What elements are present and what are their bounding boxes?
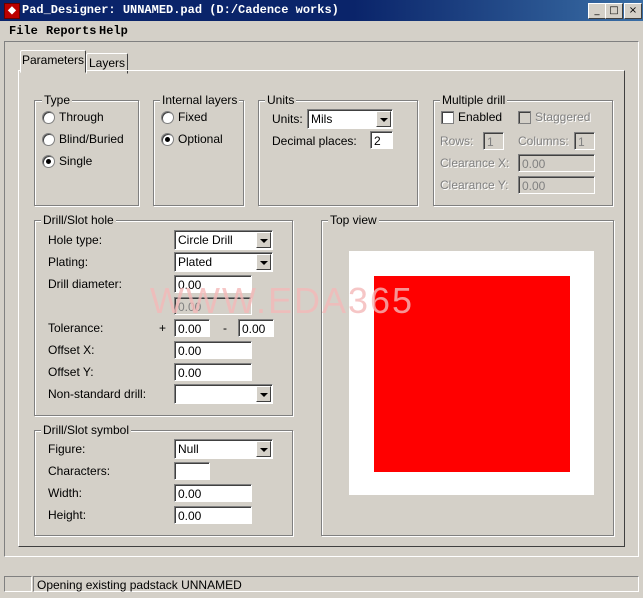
multiple-drill-legend: Multiple drill xyxy=(440,93,508,107)
chevron-down-icon[interactable] xyxy=(256,386,271,402)
columns-field[interactable]: 1 xyxy=(574,132,595,150)
tolerance-plus-sign: + xyxy=(159,321,167,335)
plating-label: Plating: xyxy=(48,255,89,269)
clearance-y-field[interactable]: 0.00 xyxy=(518,176,595,194)
hole-type-select[interactable]: Circle Drill xyxy=(174,230,273,250)
clearance-y-label: Clearance Y: xyxy=(440,178,509,192)
minimize-button[interactable]: _ xyxy=(588,3,606,19)
height-label: Height: xyxy=(48,508,87,522)
fixed-radio[interactable] xyxy=(161,111,174,124)
width-field[interactable]: 0.00 xyxy=(174,484,252,502)
blind-buried-radio[interactable] xyxy=(42,133,55,146)
enabled-checkbox[interactable] xyxy=(441,111,454,124)
chevron-down-icon[interactable] xyxy=(256,232,271,248)
units-group-legend: Units xyxy=(265,93,297,107)
radio-selected-dot xyxy=(46,159,51,164)
radio-selected-dot xyxy=(165,137,170,142)
figure-value: Null xyxy=(178,442,199,456)
columns-label: Columns: xyxy=(518,134,569,148)
offset-x-label: Offset X: xyxy=(48,343,95,357)
hole-type-value: Circle Drill xyxy=(178,233,233,247)
clearance-x-field[interactable]: 0.00 xyxy=(518,154,595,172)
status-cell-left xyxy=(4,576,32,592)
clearance-x-label: Clearance X: xyxy=(440,156,510,170)
menu-help[interactable]: Help xyxy=(99,24,128,38)
non-standard-drill-select[interactable] xyxy=(174,384,273,404)
staggered-label: Staggered xyxy=(535,110,591,124)
blind-buried-label[interactable]: Blind/Buried xyxy=(59,132,124,146)
chevron-down-icon[interactable] xyxy=(376,111,391,127)
single-label[interactable]: Single xyxy=(59,154,92,168)
chevron-down-icon[interactable] xyxy=(256,441,271,457)
tolerance-minus-sign: - xyxy=(223,321,227,335)
offset-y-label: Offset Y: xyxy=(48,365,94,379)
height-field[interactable]: 0.00 xyxy=(174,506,252,524)
through-radio[interactable] xyxy=(42,111,55,124)
units-select-value: Mils xyxy=(311,112,333,126)
decimal-places-label: Decimal places: xyxy=(272,134,357,148)
hole-type-label: Hole type: xyxy=(48,233,103,247)
menu-reports[interactable]: Reports xyxy=(46,24,96,38)
rows-field[interactable]: 1 xyxy=(483,132,504,150)
figure-label: Figure: xyxy=(48,442,86,456)
fixed-label[interactable]: Fixed xyxy=(178,110,207,124)
offset-y-field[interactable]: 0.00 xyxy=(174,363,252,381)
enabled-label[interactable]: Enabled xyxy=(458,110,502,124)
chevron-down-icon[interactable] xyxy=(256,254,271,270)
watermark-text: WWW.EDA365 xyxy=(150,280,415,321)
menu-bar: File Reports Help xyxy=(0,21,643,40)
tolerance-label: Tolerance: xyxy=(48,321,104,335)
drill-slot-symbol-legend: Drill/Slot symbol xyxy=(41,423,132,437)
plating-select[interactable]: Plated xyxy=(174,252,273,272)
through-label[interactable]: Through xyxy=(59,110,104,124)
title-bar[interactable]: ◆ Pad_Designer: UNNAMED.pad (D:/Cadence … xyxy=(0,0,643,21)
top-view-legend: Top view xyxy=(328,213,379,227)
units-select[interactable]: Mils xyxy=(307,109,393,129)
optional-radio[interactable] xyxy=(161,133,174,146)
optional-label[interactable]: Optional xyxy=(178,132,223,146)
tab-parameters[interactable]: Parameters xyxy=(20,50,86,73)
units-label: Units: xyxy=(272,112,303,126)
width-label: Width: xyxy=(48,486,83,500)
plating-value: Plated xyxy=(178,255,213,269)
pad-designer-icon[interactable]: ◆ xyxy=(4,3,20,19)
non-standard-drill-label: Non-standard drill: xyxy=(48,387,147,401)
maximize-button[interactable]: □ xyxy=(605,3,623,19)
window-title: Pad_Designer: UNNAMED.pad (D:/Cadence wo… xyxy=(22,3,339,17)
characters-field[interactable] xyxy=(174,462,210,480)
status-bar: Opening existing padstack UNNAMED xyxy=(0,576,643,598)
close-button[interactable]: × xyxy=(624,3,642,19)
decimal-places-field[interactable]: 2 xyxy=(370,131,393,149)
menu-file[interactable]: File xyxy=(9,24,38,38)
offset-x-field[interactable]: 0.00 xyxy=(174,341,252,359)
status-message: Opening existing padstack UNNAMED xyxy=(33,576,639,592)
characters-label: Characters: xyxy=(48,464,111,478)
rows-label: Rows: xyxy=(440,134,474,148)
staggered-checkbox[interactable] xyxy=(518,111,531,124)
figure-select[interactable]: Null xyxy=(174,439,273,459)
type-group-legend: Type xyxy=(42,93,73,107)
single-radio[interactable] xyxy=(42,155,55,168)
drill-diameter-label: Drill diameter: xyxy=(48,277,123,291)
internal-layers-legend: Internal layers xyxy=(160,93,240,107)
drill-slot-hole-legend: Drill/Slot hole xyxy=(41,213,116,227)
